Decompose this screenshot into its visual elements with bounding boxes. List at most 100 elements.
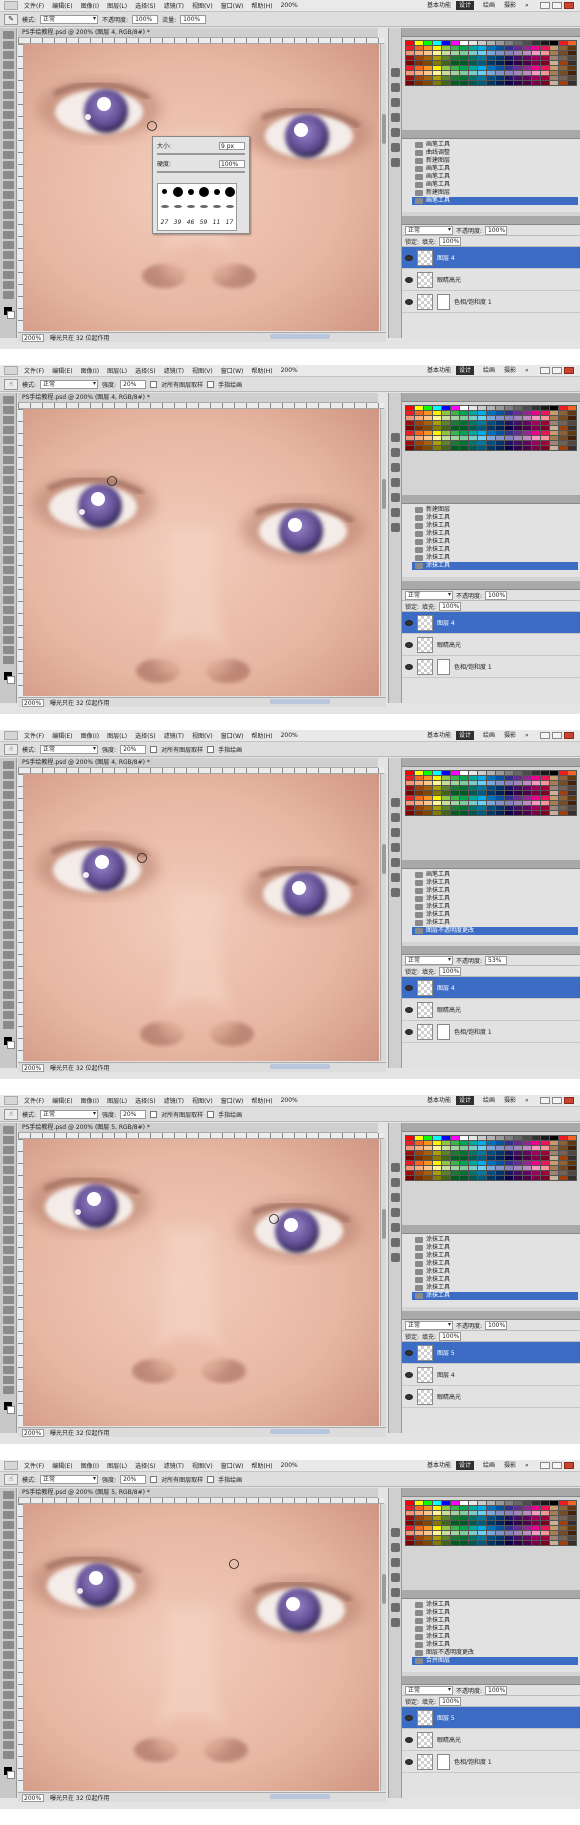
color-swatch[interactable]	[505, 1541, 513, 1545]
color-swatch[interactable]	[559, 1171, 567, 1175]
color-swatch[interactable]	[415, 1161, 423, 1165]
color-swatch[interactable]	[532, 811, 540, 815]
color-swatch[interactable]	[406, 1506, 414, 1510]
color-swatch[interactable]	[550, 1526, 558, 1530]
color-swatch[interactable]	[460, 781, 468, 785]
color-swatch[interactable]	[505, 441, 513, 445]
blend-mode-select[interactable]: 正常	[405, 1685, 453, 1695]
color-swatch[interactable]	[469, 1156, 477, 1160]
color-swatch[interactable]	[559, 1156, 567, 1160]
color-swatch[interactable]	[532, 61, 540, 65]
color-swatch[interactable]	[415, 61, 423, 65]
color-swatch[interactable]	[424, 76, 432, 80]
color-swatch[interactable]	[568, 1521, 576, 1525]
color-swatch[interactable]	[415, 1151, 423, 1155]
color-swatch[interactable]	[451, 446, 459, 450]
color-swatch[interactable]	[469, 1506, 477, 1510]
color-swatch[interactable]	[541, 76, 549, 80]
brush-preset[interactable]	[223, 184, 236, 199]
color-swatch[interactable]	[523, 1161, 531, 1165]
color-swatch[interactable]	[496, 781, 504, 785]
color-swatch[interactable]	[433, 421, 441, 425]
color-swatch[interactable]	[541, 61, 549, 65]
shape-tool-icon[interactable]	[2, 566, 14, 574]
color-swatch[interactable]	[415, 786, 423, 790]
color-swatch[interactable]	[487, 441, 495, 445]
type-tool-icon[interactable]	[2, 1276, 14, 1284]
lasso-tool-icon[interactable]	[2, 781, 14, 789]
color-swatch[interactable]	[451, 436, 459, 440]
color-swatch[interactable]	[478, 811, 486, 815]
note-tool-icon[interactable]	[2, 981, 14, 989]
color-swatch[interactable]	[505, 41, 513, 45]
workspace-more-button[interactable]: »	[522, 1096, 532, 1105]
color-swatch[interactable]	[433, 436, 441, 440]
color-swatch[interactable]	[478, 801, 486, 805]
color-swatch[interactable]	[460, 791, 468, 795]
color-swatch[interactable]	[451, 801, 459, 805]
color-swatch[interactable]	[514, 796, 522, 800]
color-swatch[interactable]	[460, 426, 468, 430]
shape-tool-icon[interactable]	[2, 1661, 14, 1669]
zoom-level-menu[interactable]: 200%	[281, 1462, 298, 1469]
ruler-tool-icon[interactable]	[2, 1001, 14, 1009]
color-swatch[interactable]	[550, 431, 558, 435]
color-swatch[interactable]	[496, 416, 504, 420]
color-swatch[interactable]	[550, 416, 558, 420]
color-swatch[interactable]	[568, 1151, 576, 1155]
color-swatch[interactable]	[469, 61, 477, 65]
color-swatch[interactable]	[451, 416, 459, 420]
color-swatch[interactable]	[541, 431, 549, 435]
color-swatch[interactable]	[532, 1156, 540, 1160]
color-swatch[interactable]	[424, 1506, 432, 1510]
color-swatch[interactable]	[559, 1501, 567, 1505]
color-swatch[interactable]	[550, 66, 558, 70]
color-swatch[interactable]	[550, 771, 558, 775]
color-swatch[interactable]	[433, 51, 441, 55]
color-swatch[interactable]	[406, 416, 414, 420]
color-swatch[interactable]	[424, 1176, 432, 1180]
color-swatch[interactable]	[406, 1171, 414, 1175]
color-swatch[interactable]	[532, 1501, 540, 1505]
color-swatch[interactable]	[523, 796, 531, 800]
brushes-icon[interactable]	[390, 1223, 400, 1232]
color-swatch[interactable]	[442, 1521, 450, 1525]
color-swatch[interactable]	[550, 796, 558, 800]
color-swatch[interactable]	[487, 446, 495, 450]
pen-tool-icon[interactable]	[2, 171, 14, 179]
color-swatch[interactable]	[523, 1141, 531, 1145]
color-swatch[interactable]	[415, 1536, 423, 1540]
color-swatch[interactable]	[415, 416, 423, 420]
color-swatch[interactable]	[541, 1506, 549, 1510]
color-swatch[interactable]	[406, 1166, 414, 1170]
quick-select-tool-icon[interactable]	[2, 61, 14, 69]
smudge-icon[interactable]: ☝	[4, 1473, 18, 1485]
brush-tool-icon[interactable]	[2, 1561, 14, 1569]
color-swatch[interactable]	[469, 1141, 477, 1145]
color-swatch[interactable]	[550, 406, 558, 410]
history-state[interactable]: 图层不透明度更改	[412, 1649, 578, 1657]
workspace-design-button[interactable]: 设计	[456, 1461, 475, 1470]
zoom-field[interactable]: 200%	[22, 333, 44, 342]
color-swatch[interactable]	[496, 1141, 504, 1145]
color-swatch[interactable]	[406, 61, 414, 65]
document-canvas[interactable]	[24, 1504, 379, 1791]
color-swatch[interactable]	[424, 441, 432, 445]
color-swatch[interactable]	[424, 1516, 432, 1520]
color-swatch[interactable]	[478, 1151, 486, 1155]
color-swatch[interactable]	[532, 1536, 540, 1540]
color-swatch[interactable]	[487, 1511, 495, 1515]
history-state[interactable]: 涂抹工具	[412, 514, 578, 522]
color-swatch[interactable]	[460, 71, 468, 75]
color-swatch[interactable]	[415, 66, 423, 70]
color-swatch[interactable]	[568, 76, 576, 80]
menu-item-5[interactable]: 滤镜(T)	[164, 1, 184, 10]
layer-row[interactable]: 图层 5	[402, 1342, 580, 1364]
workspace-design-button[interactable]: 设计	[456, 366, 475, 375]
color-swatch[interactable]	[460, 446, 468, 450]
color-swatch[interactable]	[478, 81, 486, 85]
color-swatch[interactable]	[406, 436, 414, 440]
zoom-tool-icon[interactable]	[2, 1681, 14, 1689]
color-swatch[interactable]	[469, 426, 477, 430]
color-swatch[interactable]	[451, 406, 459, 410]
